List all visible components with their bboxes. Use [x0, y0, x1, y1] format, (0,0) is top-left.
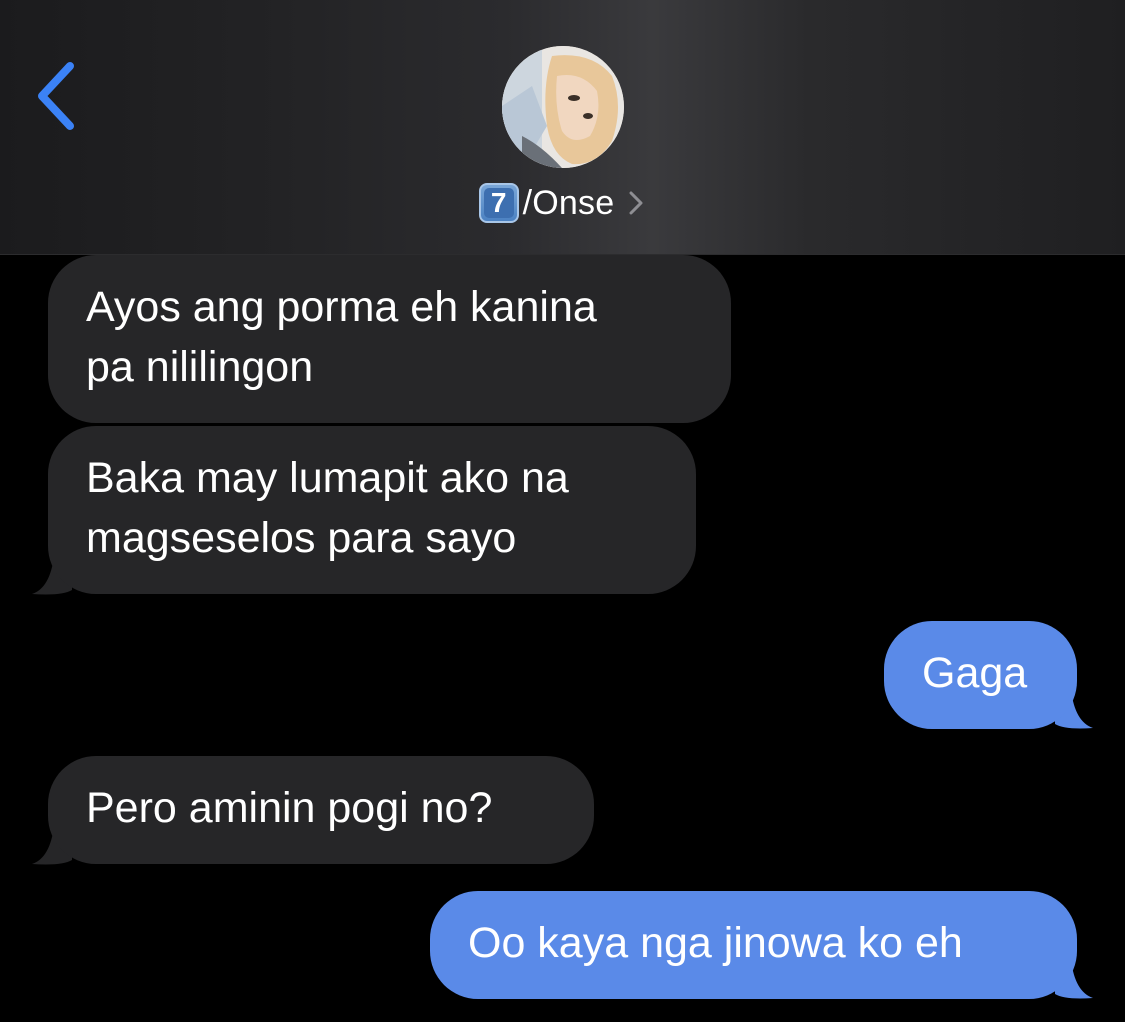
back-button[interactable] [30, 58, 90, 134]
avatar-photo [502, 46, 624, 168]
outgoing-message-bubble[interactable]: Oo kaya nga jinowa ko eh [430, 891, 1077, 999]
contact-avatar[interactable] [502, 46, 624, 168]
incoming-message-bubble[interactable]: Ayos ang porma eh kanina pa nililingon [48, 255, 731, 423]
outgoing-message-bubble[interactable]: Gaga [884, 621, 1077, 729]
contact-name: /Onse [522, 183, 615, 222]
conversation-header: 7 /Onse [0, 0, 1125, 255]
contact-name-button[interactable]: 7 /Onse [0, 180, 1125, 226]
incoming-message-bubble[interactable]: Baka may lumapit ako na magseselos para … [48, 426, 696, 594]
chevron-right-icon [629, 191, 643, 215]
keycap-digit: 7 [490, 187, 507, 218]
incoming-message-bubble[interactable]: Pero aminin pogi no? [48, 756, 594, 864]
keycap-seven-icon: 7 [478, 183, 519, 223]
chevron-left-icon [38, 62, 74, 130]
